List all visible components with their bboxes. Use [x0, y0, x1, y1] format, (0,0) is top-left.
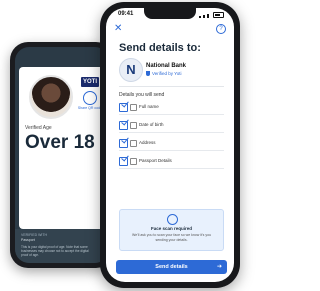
card-footer: VERIFIED WITH Passport This is your digi…	[15, 229, 109, 263]
yoti-logo: YOTI	[81, 77, 99, 87]
signal-icon	[207, 14, 209, 18]
divider	[119, 86, 224, 87]
detail-row-date-of-birth[interactable]: Date of birth	[119, 120, 224, 133]
face-scan-icon	[166, 214, 178, 225]
person-icon	[130, 104, 137, 111]
verified-by-badge: Verified by Yoti	[146, 71, 182, 76]
detail-row-passport[interactable]: Passport Details	[119, 156, 224, 169]
status-icons	[199, 12, 224, 18]
checkbox[interactable]	[119, 121, 128, 130]
home-icon	[130, 140, 137, 147]
bank-logo: N	[119, 58, 143, 82]
verified-by-label: Verified by Yoti	[152, 71, 182, 76]
share-qr-icon[interactable]	[83, 91, 97, 105]
proof-description: This is your digital proof of age. Note …	[21, 245, 89, 257]
document-type: Passport	[21, 238, 35, 242]
bank-name: National Bank	[146, 63, 187, 69]
detail-label: Address	[139, 140, 156, 145]
send-details-button[interactable]: Send details ➔	[116, 260, 227, 274]
age-value: Over 18	[25, 132, 95, 153]
calendar-icon	[130, 122, 137, 129]
face-scan-description: We'll ask you to scan your face so we kn…	[131, 233, 212, 242]
verified-with-label: VERIFIED WITH	[21, 233, 48, 237]
detail-label: Full name	[139, 104, 159, 109]
detail-label: Passport Details	[139, 158, 172, 163]
back-phone-screen: YOTI Share QR code Verified Age Over 18 …	[15, 47, 109, 263]
digital-id-card: YOTI Share QR code Verified Age Over 18	[19, 67, 105, 229]
front-phone: 09:41 ✕ ? Send details to: N National Ba…	[100, 2, 240, 288]
close-icon[interactable]: ✕	[114, 24, 122, 34]
front-phone-screen: 09:41 ✕ ? Send details to: N National Ba…	[106, 8, 234, 282]
battery-icon	[213, 12, 224, 18]
face-scan-notice: Face scan required We'll ask you to scan…	[119, 209, 224, 251]
detail-row-address[interactable]: Address	[119, 138, 224, 151]
send-arrow-icon: ➔	[216, 264, 222, 270]
share-qr-label[interactable]: Share QR code	[78, 106, 102, 110]
face-scan-title: Face scan required	[150, 226, 193, 231]
page-title: Send details to:	[119, 42, 201, 54]
shield-icon	[146, 71, 150, 76]
signal-icon	[199, 16, 201, 18]
profile-photo	[29, 75, 73, 119]
back-phone: YOTI Share QR code Verified Age Over 18 …	[10, 42, 114, 268]
checkbox[interactable]	[119, 103, 128, 112]
help-icon[interactable]: ?	[216, 24, 226, 34]
verified-age-label: Verified Age	[25, 125, 52, 131]
passport-icon	[130, 158, 137, 165]
checkbox[interactable]	[119, 139, 128, 148]
detail-row-full-name[interactable]: Full name	[119, 102, 224, 115]
status-time: 09:41	[118, 11, 134, 17]
details-section-label: Details you will send	[119, 92, 165, 98]
checkbox[interactable]	[119, 157, 128, 166]
detail-label: Date of birth	[139, 122, 164, 127]
phone-notch	[144, 8, 196, 19]
send-button-label: Send details	[155, 264, 188, 270]
signal-icon	[203, 15, 205, 18]
